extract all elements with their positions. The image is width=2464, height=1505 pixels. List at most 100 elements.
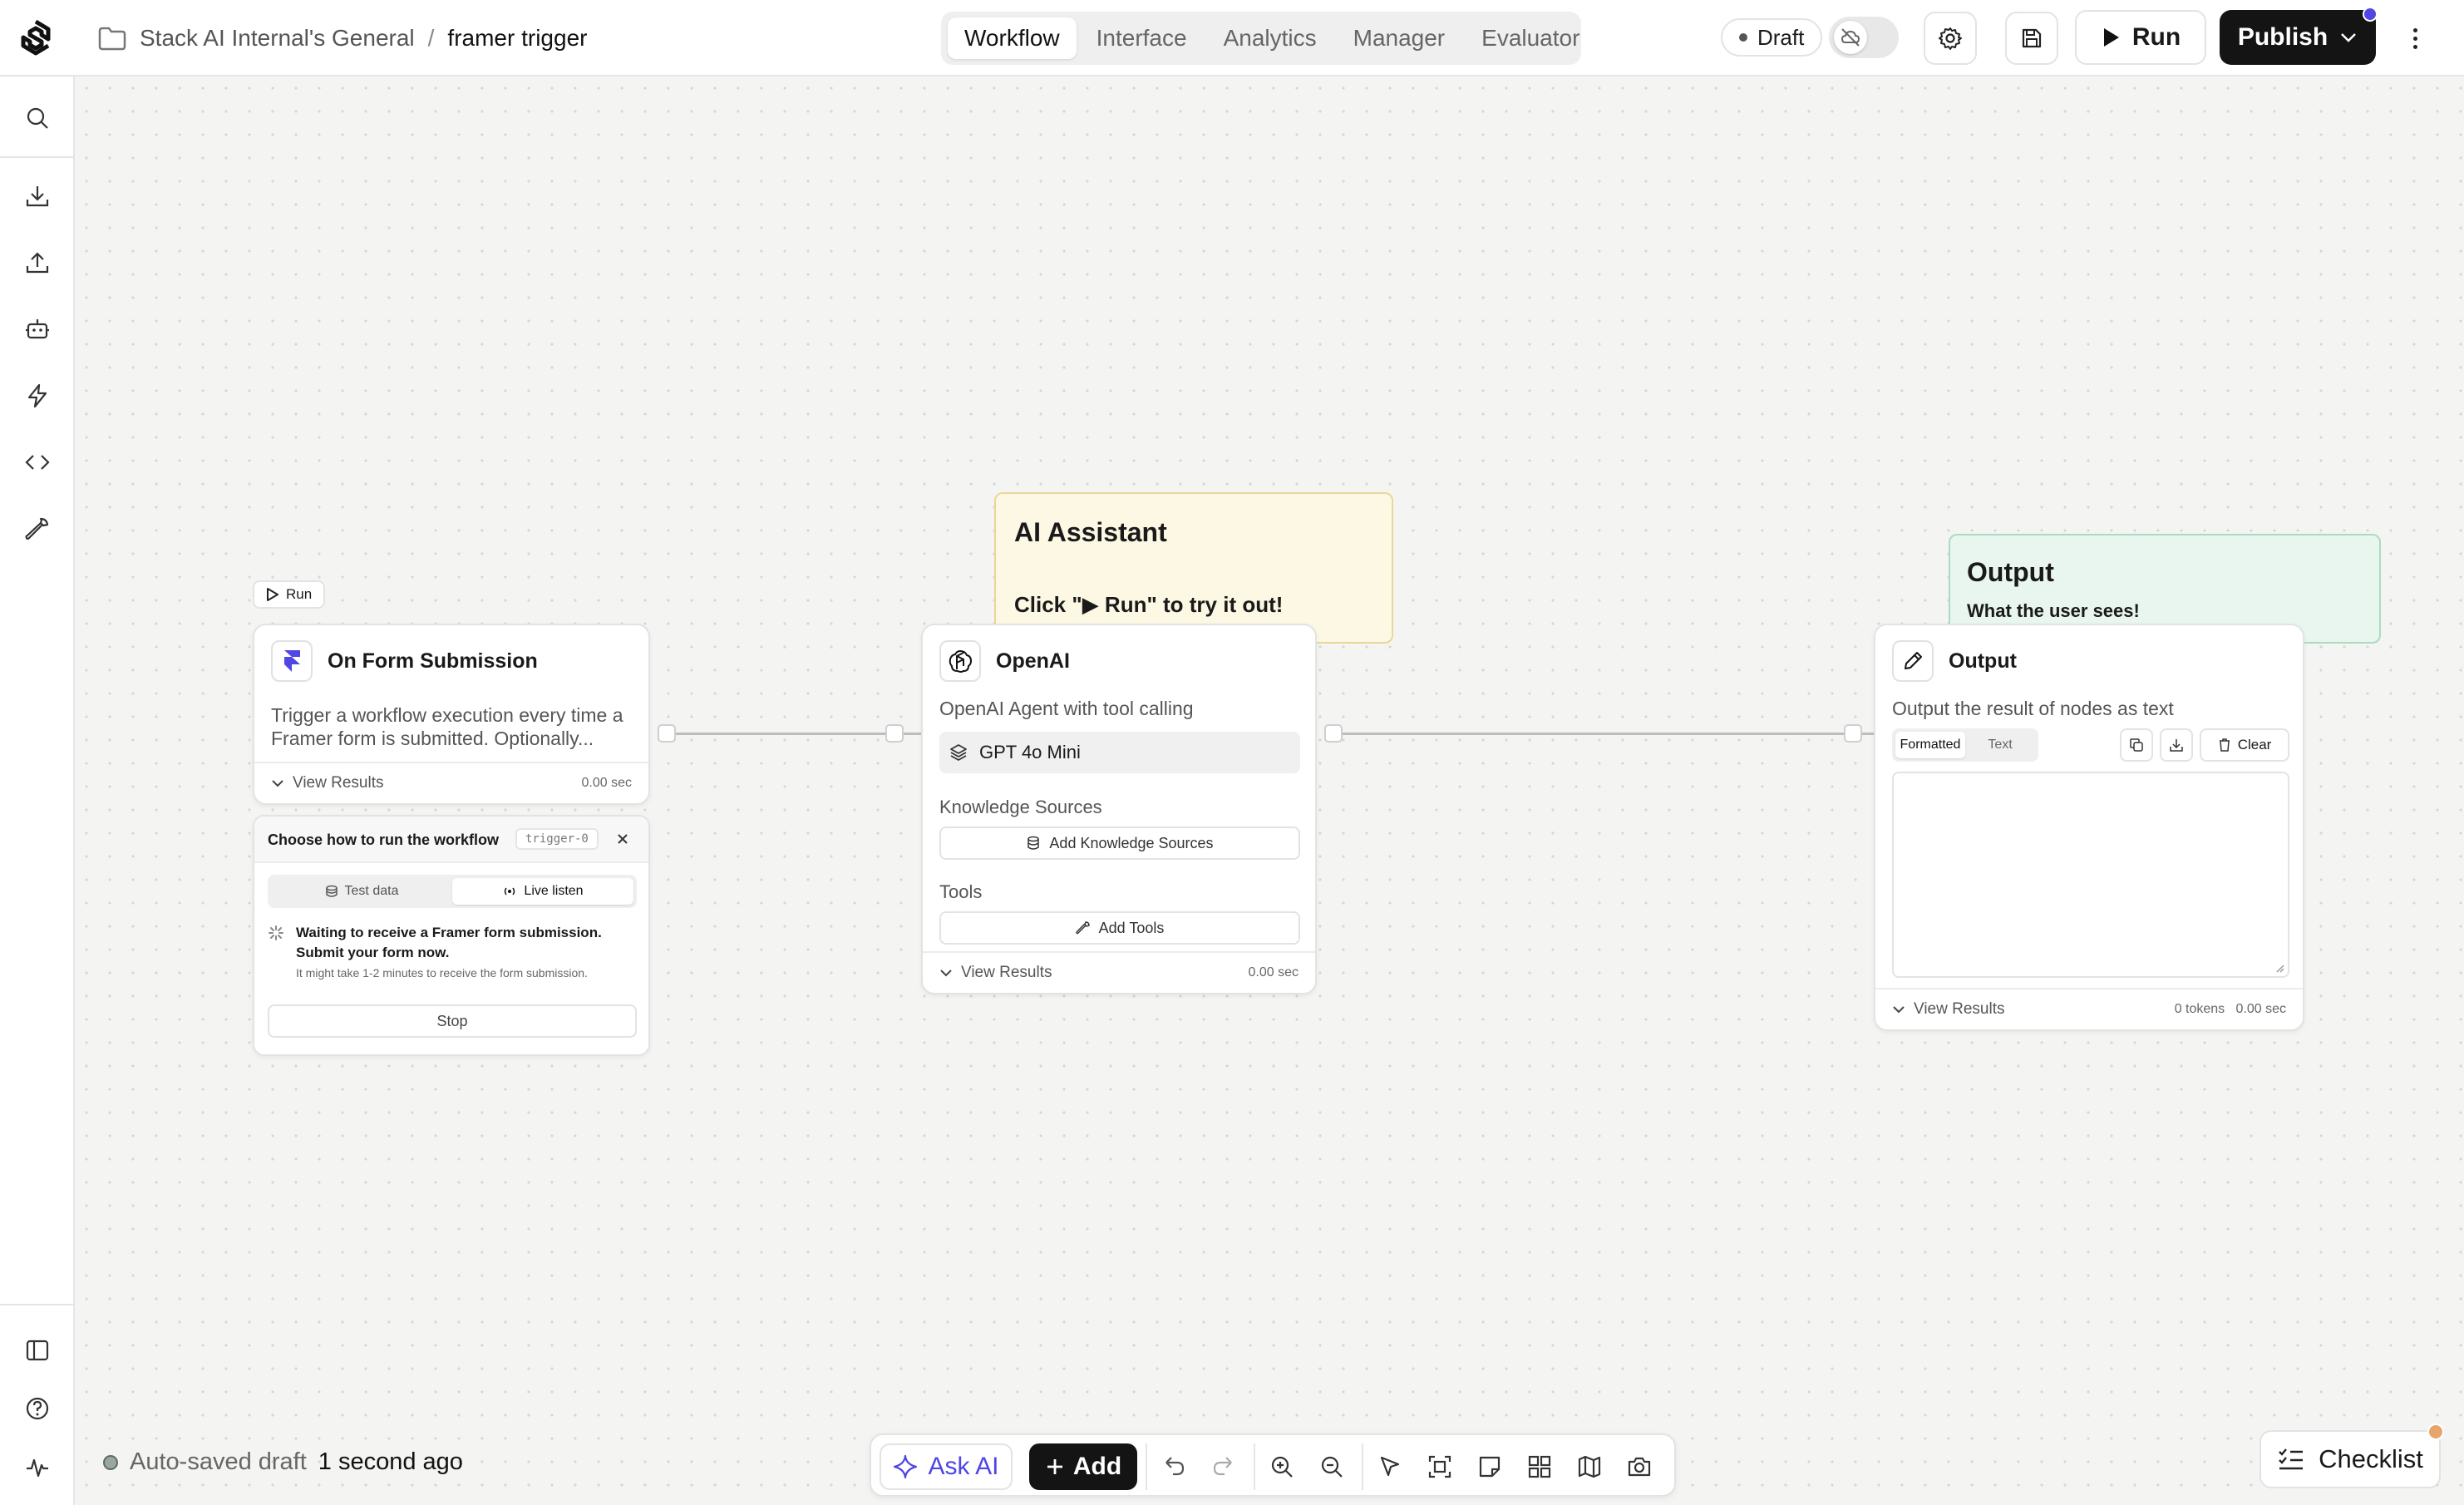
copy-button[interactable] <box>2120 728 2153 762</box>
node-description: OpenAI Agent with tool calling <box>939 698 1194 719</box>
connection-handle[interactable] <box>658 724 676 743</box>
zoom-in-icon[interactable] <box>1265 1450 1299 1483</box>
node-header: On Form Submission <box>271 640 538 682</box>
button-label: Add Knowledge Sources <box>1049 834 1214 851</box>
clear-label: Clear <box>2237 737 2272 752</box>
waiting-message: Waiting to receive a Framer form submiss… <box>296 925 602 960</box>
play-icon <box>266 587 279 602</box>
wrench-icon[interactable] <box>21 512 54 545</box>
breadcrumb-separator: / <box>427 25 435 51</box>
tab-workflow[interactable]: Workflow <box>948 17 1077 59</box>
sparkle-icon <box>894 1454 918 1479</box>
tab-analytics[interactable]: Analytics <box>1207 17 1333 59</box>
undo-icon[interactable] <box>1157 1450 1190 1483</box>
node-title: OpenAI <box>996 649 1070 673</box>
execution-time: 0.00 sec <box>2235 1002 2286 1016</box>
node-header: OpenAI <box>939 640 1070 682</box>
fit-view-icon[interactable] <box>1423 1450 1456 1483</box>
note-title: AI Assistant <box>1014 517 1167 547</box>
zoom-out-icon[interactable] <box>1315 1450 1348 1483</box>
tab-test-data[interactable]: Test data <box>271 878 452 905</box>
zap-icon[interactable] <box>21 379 54 412</box>
upload-icon[interactable] <box>21 246 54 279</box>
node-run-button[interactable]: Run <box>253 580 326 609</box>
tab-live-listen[interactable]: Live listen <box>452 878 633 905</box>
camera-icon[interactable] <box>1623 1450 1656 1483</box>
tab-label: Test data <box>344 884 399 898</box>
node-footer: View Results 0.00 sec <box>923 951 1315 993</box>
tab-formatted[interactable]: Formatted <box>1895 732 1965 758</box>
code-icon[interactable] <box>21 446 54 479</box>
resize-handle-icon[interactable] <box>2274 963 2284 973</box>
connection-handle[interactable] <box>1844 724 1862 743</box>
note-icon[interactable] <box>1473 1450 1506 1483</box>
redo-icon[interactable] <box>1207 1450 1240 1483</box>
connection-edge[interactable] <box>1343 733 1924 735</box>
close-icon[interactable] <box>612 828 633 850</box>
bot-icon[interactable] <box>21 313 54 346</box>
note-body: Click "▶ Run" to try it out! <box>1014 592 1284 617</box>
ask-ai-button[interactable]: Ask AI <box>880 1443 1013 1490</box>
tab-manager[interactable]: Manager <box>1337 17 1462 59</box>
breadcrumb-project[interactable]: framer trigger <box>447 25 587 52</box>
workflow-canvas[interactable]: AI Assistant Click "▶ Run" to try it out… <box>75 76 2464 1505</box>
help-icon[interactable] <box>21 1392 54 1425</box>
clear-button[interactable]: Clear <box>2200 728 2289 762</box>
download-icon[interactable] <box>21 180 54 213</box>
database-icon <box>1027 836 1040 850</box>
openai-node[interactable]: OpenAI OpenAI Agent with tool calling GP… <box>921 624 1317 994</box>
view-results-toggle[interactable]: View Results <box>939 964 1052 982</box>
layout-icon[interactable] <box>1523 1450 1556 1483</box>
more-options-icon[interactable] <box>2402 20 2427 57</box>
sidebar-toggle-icon[interactable] <box>21 1334 54 1367</box>
stack-ai-logo-icon[interactable] <box>17 18 55 57</box>
connection-handle[interactable] <box>885 724 904 743</box>
model-selector[interactable]: GPT 4o Mini <box>939 732 1300 773</box>
framer-icon <box>271 640 313 682</box>
trash-icon <box>2219 738 2230 752</box>
sticky-note-assistant[interactable]: AI Assistant Click "▶ Run" to try it out… <box>994 492 1393 644</box>
visibility-toggle[interactable] <box>1829 17 1899 58</box>
publish-label: Publish <box>2237 23 2328 51</box>
autosave-dot <box>103 1454 118 1470</box>
output-node[interactable]: Output Output the result of nodes as tex… <box>1874 624 2304 1031</box>
add-tools-button[interactable]: Add Tools <box>939 911 1300 945</box>
map-icon[interactable] <box>1573 1450 1606 1483</box>
notification-dot <box>2363 7 2378 22</box>
add-node-button[interactable]: Add <box>1029 1443 1137 1490</box>
status-dot <box>1739 33 1747 42</box>
tab-label: Live listen <box>524 884 584 898</box>
run-button[interactable]: Run <box>2075 10 2206 65</box>
openai-icon <box>939 640 981 682</box>
tab-evaluator[interactable]: Evaluator <box>1465 17 1596 59</box>
trigger-node[interactable]: On Form Submission Trigger a workflow ex… <box>253 624 650 805</box>
node-title: Output <box>1949 649 2017 673</box>
canvas-toolbar: Ask AI Add <box>870 1433 1676 1497</box>
pointer-icon[interactable] <box>1373 1450 1407 1483</box>
stop-button[interactable]: Stop <box>268 1004 637 1038</box>
save-icon <box>2020 27 2043 50</box>
add-knowledge-sources-button[interactable]: Add Knowledge Sources <box>939 827 1300 860</box>
view-results-toggle[interactable]: View Results <box>1892 1000 2004 1019</box>
connection-handle[interactable] <box>1324 724 1343 743</box>
panel-title: Choose how to run the workflow <box>268 831 499 848</box>
checklist-button[interactable]: Checklist <box>2259 1430 2441 1488</box>
search-icon[interactable] <box>21 101 54 135</box>
tab-interface[interactable]: Interface <box>1080 17 1204 59</box>
output-textarea[interactable] <box>1892 772 2289 978</box>
node-footer: View Results 0.00 sec <box>254 762 648 803</box>
download-button[interactable] <box>2160 728 2193 762</box>
publish-button[interactable]: Publish <box>2220 10 2376 65</box>
knowledge-sources-label: Knowledge Sources <box>939 797 1102 817</box>
output-format-tabs: Formatted Text <box>1892 728 2038 762</box>
activity-icon[interactable] <box>21 1450 54 1483</box>
view-results-label: View Results <box>293 774 384 792</box>
breadcrumb-workspace[interactable]: Stack AI Internal's General <box>140 25 415 52</box>
save-button[interactable] <box>2005 12 2058 65</box>
tab-text[interactable]: Text <box>1965 732 2035 758</box>
settings-button[interactable] <box>1924 12 1977 65</box>
chevron-down-icon <box>2339 32 2358 43</box>
status-label: Draft <box>1757 24 1805 50</box>
view-results-toggle[interactable]: View Results <box>271 774 383 792</box>
view-tabs: Workflow Interface Analytics Manager Eva… <box>941 12 1581 65</box>
